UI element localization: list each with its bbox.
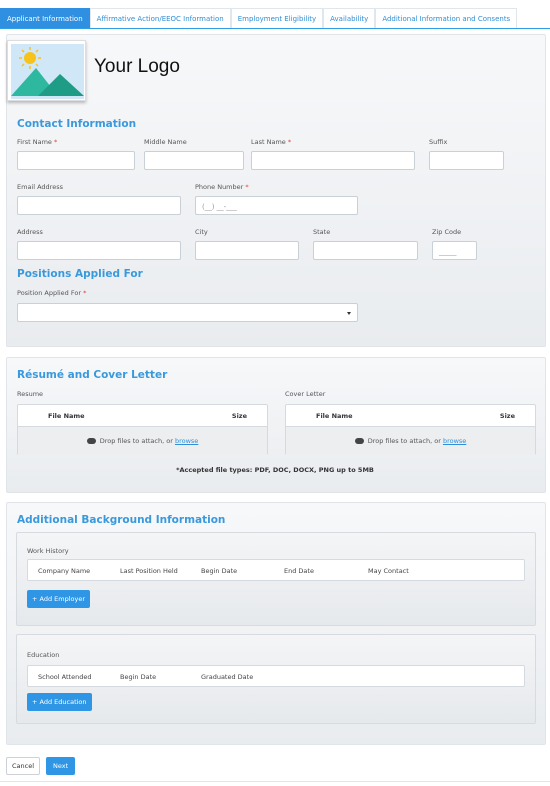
cloud-upload-icon [86, 438, 96, 444]
suffix-input[interactable] [429, 151, 504, 170]
size-header: Size [499, 412, 515, 420]
next-button[interactable]: Next [46, 757, 76, 775]
resume-label: Resume [17, 390, 44, 398]
address-label: Address [17, 228, 43, 236]
required-marker: * [54, 138, 58, 146]
browse-link[interactable]: browse [175, 437, 198, 445]
background-title: Additional Background Information [17, 514, 226, 526]
cloud-upload-icon [354, 438, 364, 444]
drop-text: Drop files to attach, or [99, 437, 175, 445]
col-may-contact: May Contact [368, 567, 409, 575]
first-name-label: First Name * [17, 138, 58, 146]
tab-employment-eligibility[interactable]: Employment Eligibility [230, 8, 324, 28]
col-company-name: Company Name [38, 567, 91, 575]
add-education-button[interactable]: + Add Education [27, 693, 92, 711]
phone-input[interactable]: (__) __-___ [195, 196, 358, 215]
logo-text: Your Logo [94, 56, 180, 77]
city-label: City [195, 228, 208, 236]
resume-drop-area[interactable]: Drop files to attach, or browse [18, 427, 267, 455]
tab-additional-information[interactable]: Additional Information and Consents [375, 8, 518, 28]
add-employer-button[interactable]: + Add Employer [27, 590, 91, 608]
middle-name-input[interactable] [144, 151, 244, 170]
applicant-info-panel [6, 34, 546, 347]
state-input[interactable] [313, 241, 418, 260]
last-name-label: Last Name * [251, 138, 292, 146]
resume-title: Résumé and Cover Letter [17, 369, 168, 381]
contact-info-title: Contact Information [17, 118, 137, 130]
logo-image-icon [11, 44, 84, 99]
email-input[interactable] [17, 196, 181, 215]
address-input[interactable] [17, 241, 181, 260]
tab-availability[interactable]: Availability [323, 8, 376, 28]
tab-applicant-information[interactable]: Applicant Information [0, 8, 90, 28]
zip-input[interactable]: _____ [432, 241, 477, 260]
cover-drop-area[interactable]: Drop files to attach, or browse [286, 427, 535, 455]
logo [7, 40, 86, 101]
first-name-input[interactable] [17, 151, 135, 170]
cover-letter-label: Cover Letter [285, 390, 326, 398]
file-name-header: File Name [316, 412, 353, 420]
col-begin-date: Begin Date [120, 673, 157, 681]
cancel-button[interactable]: Cancel [6, 757, 41, 775]
suffix-label: Suffix [429, 138, 448, 146]
email-label: Email Address [17, 183, 63, 191]
last-name-input[interactable] [251, 151, 415, 170]
drop-text: Drop files to attach, or [367, 437, 443, 445]
education-table: School Attended Begin Date Graduated Dat… [27, 665, 525, 687]
resume-dropzone[interactable]: File Name Size Drop files to attach, or … [17, 404, 268, 455]
file-name-header: File Name [48, 412, 85, 420]
size-header: Size [231, 412, 247, 420]
browse-link[interactable]: browse [443, 437, 466, 445]
col-graduated-date: Graduated Date [201, 673, 254, 681]
position-select[interactable] [17, 303, 358, 322]
required-marker: * [83, 289, 87, 297]
col-begin-date: Begin Date [201, 567, 238, 575]
required-marker: * [287, 138, 292, 146]
education-section: Education School Attended Begin Date Gra… [16, 634, 536, 724]
phone-label: Phone Number * [195, 183, 249, 191]
work-history-title: Work History [27, 547, 69, 555]
required-marker: * [245, 183, 249, 191]
col-school-attended: School Attended [38, 673, 92, 681]
col-end-date: End Date [284, 567, 314, 575]
cover-letter-dropzone[interactable]: File Name Size Drop files to attach, or … [285, 404, 536, 455]
col-last-position: Last Position Held [120, 567, 178, 575]
chevron-down-icon [347, 312, 351, 315]
tab-affirmative-action[interactable]: Affirmative Action/EEOC Information [89, 8, 231, 28]
city-input[interactable] [195, 241, 299, 260]
education-title: Education [27, 651, 60, 659]
work-history-table: Company Name Last Position Held Begin Da… [27, 559, 525, 581]
positions-title: Positions Applied For [17, 268, 143, 280]
state-label: State [313, 228, 331, 236]
middle-name-label: Middle Name [144, 138, 187, 146]
cover-table-header: File Name Size [286, 405, 535, 427]
resume-table-header: File Name Size [18, 405, 267, 427]
tab-bar: Applicant Information Affirmative Action… [0, 8, 550, 29]
zip-label: Zip Code [432, 228, 462, 236]
footer-divider [0, 781, 550, 782]
accepted-file-types: *Accepted file types: PDF, DOC, DOCX, PN… [176, 466, 374, 474]
work-history-section: Work History Company Name Last Position … [16, 532, 536, 626]
position-label: Position Applied For * [17, 289, 87, 297]
